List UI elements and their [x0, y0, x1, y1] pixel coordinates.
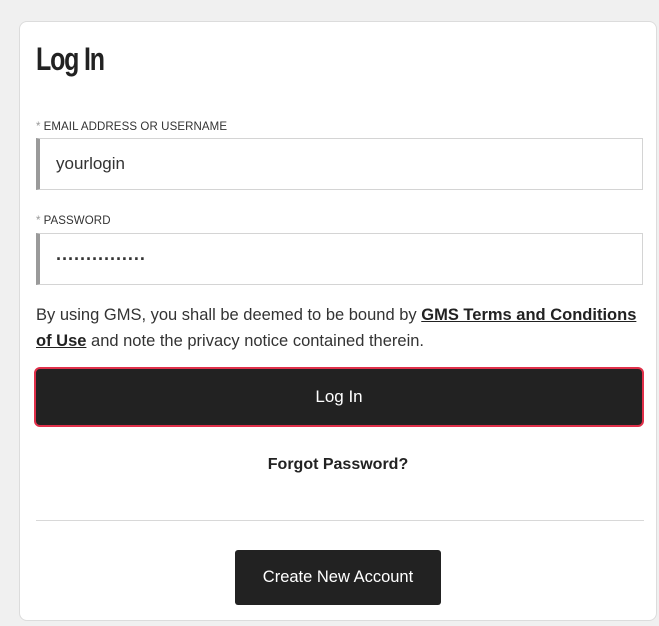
terms-notice: By using GMS, you shall be deemed to be … [36, 302, 646, 354]
required-marker: * [36, 121, 41, 133]
create-account-label: Create New Account [262, 568, 414, 586]
divider [36, 520, 644, 521]
forgot-password-link[interactable]: Forgot Password? [20, 456, 656, 474]
forgot-password-label: Forgot Password? [267, 456, 409, 473]
terms-suffix: and note the privacy notice contained th… [86, 332, 424, 350]
password-field[interactable]: ··············· [36, 233, 643, 285]
login-button-label: Log In [315, 387, 363, 406]
password-label: * PASSWORD [36, 215, 111, 227]
login-button[interactable]: Log In [34, 367, 644, 427]
page-title: Log In [36, 41, 105, 77]
login-page: Log In * EMAIL ADDRESS OR USERNAME yourlo… [0, 0, 659, 626]
required-marker: * [36, 215, 41, 227]
terms-prefix: By using GMS, you shall be deemed to be … [36, 306, 422, 324]
email-label-text: EMAIL ADDRESS OR USERNAME [43, 121, 228, 133]
create-account-button[interactable]: Create New Account [235, 550, 441, 605]
email-field[interactable]: yourlogin [36, 138, 643, 190]
password-label-text: PASSWORD [43, 215, 111, 227]
email-label: * EMAIL ADDRESS OR USERNAME [36, 121, 227, 133]
password-field-value: ··············· [56, 248, 146, 269]
email-field-value: yourlogin [56, 154, 125, 173]
login-card: Log In * EMAIL ADDRESS OR USERNAME yourlo… [19, 21, 657, 621]
